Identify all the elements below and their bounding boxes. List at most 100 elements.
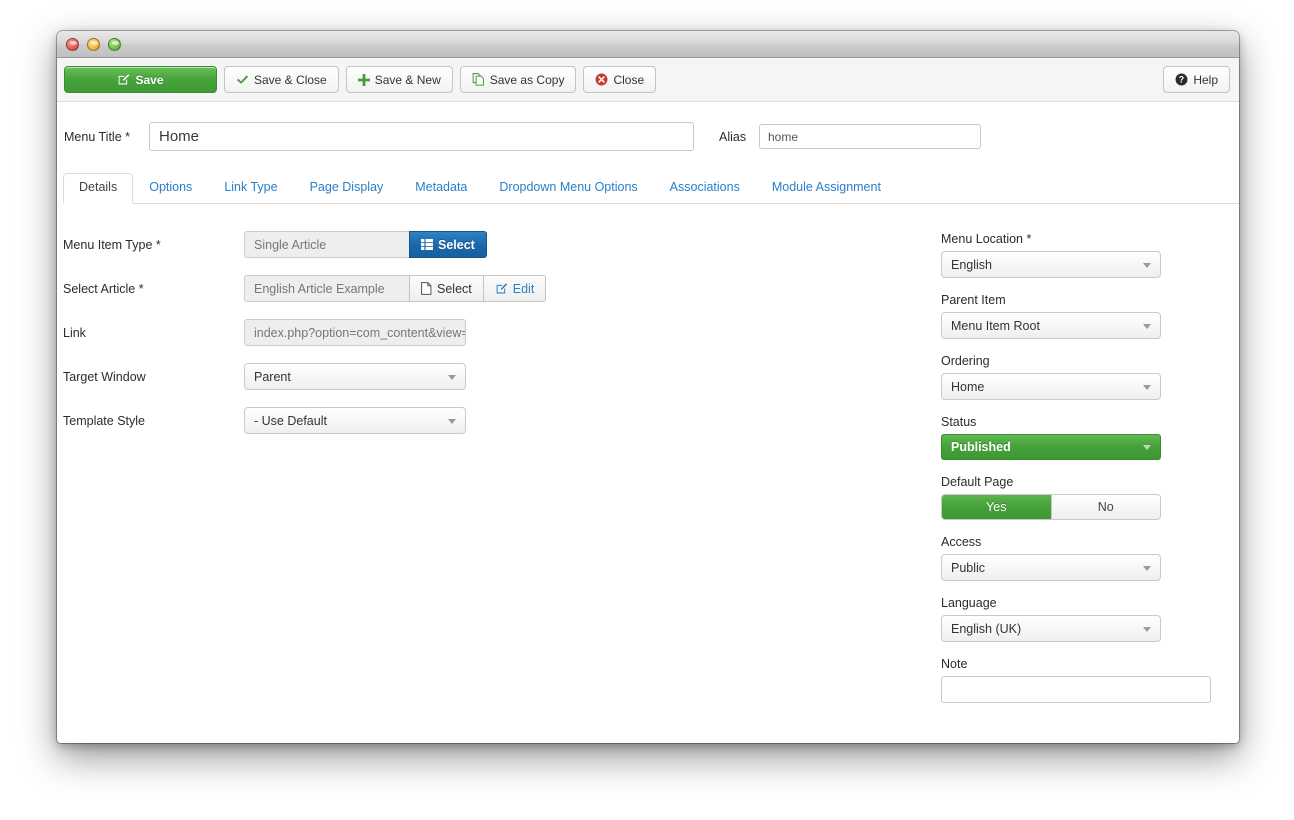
- chevron-down-icon: [1143, 324, 1151, 329]
- field-menu-location: Menu Location * English: [941, 232, 1227, 278]
- content-area: Menu Title * Alias Details Options Link …: [57, 102, 1239, 743]
- status-select[interactable]: Published: [941, 434, 1161, 460]
- select-article-edit-label: Edit: [513, 282, 535, 296]
- select-article-select-button[interactable]: Select: [409, 275, 483, 302]
- language-select[interactable]: English (UK): [941, 615, 1161, 642]
- menu-location-value: English: [951, 258, 992, 272]
- help-button-label: Help: [1193, 73, 1218, 87]
- note-label: Note: [941, 657, 1227, 671]
- close-button-label: Close: [613, 73, 644, 87]
- ordering-select[interactable]: Home: [941, 373, 1161, 400]
- tab-link-type[interactable]: Link Type: [208, 173, 293, 204]
- select-article-edit-button[interactable]: Edit: [483, 275, 547, 302]
- default-page-yes-option[interactable]: Yes: [942, 495, 1051, 519]
- save-as-copy-label: Save as Copy: [490, 73, 565, 87]
- menu-item-type-select-label: Select: [438, 238, 475, 252]
- help-button[interactable]: ? Help: [1163, 66, 1230, 93]
- field-select-article: Select Article * English Article Example: [63, 275, 941, 302]
- save-and-close-label: Save & Close: [254, 73, 327, 87]
- save-button-label: Save: [135, 73, 163, 87]
- chevron-down-icon: [1143, 385, 1151, 390]
- edit-pencil-icon: [495, 282, 508, 295]
- language-value: English (UK): [951, 622, 1021, 636]
- tab-dropdown-menu-options-label: Dropdown Menu Options: [499, 180, 637, 194]
- link-value: index.php?option=com_content&view=articl…: [244, 319, 466, 346]
- tab-details[interactable]: Details: [63, 173, 133, 204]
- access-value: Public: [951, 561, 985, 575]
- tab-associations-label: Associations: [670, 180, 740, 194]
- target-window-select[interactable]: Parent: [244, 363, 466, 390]
- details-pane: Menu Item Type * Single Article: [57, 231, 941, 718]
- status-value: Published: [951, 440, 1011, 454]
- menu-item-type-label: Menu Item Type *: [63, 238, 244, 252]
- select-article-value: English Article Example: [244, 275, 409, 302]
- tab-module-assignment[interactable]: Module Assignment: [756, 173, 897, 204]
- language-label: Language: [941, 596, 1227, 610]
- toolbar-buttons: Save Save & Close: [64, 66, 656, 93]
- field-menu-item-type: Menu Item Type * Single Article: [63, 231, 941, 258]
- field-note: Note: [941, 657, 1227, 703]
- application-window: Save Save & Close: [57, 31, 1239, 743]
- save-and-new-label: Save & New: [375, 73, 441, 87]
- link-label: Link: [63, 326, 244, 340]
- menu-title-label: Menu Title *: [63, 130, 143, 144]
- select-article-select-label: Select: [437, 282, 472, 296]
- maximize-window-icon[interactable]: [108, 38, 121, 51]
- tab-list: Details Options Link Type Page Display M…: [63, 173, 1239, 204]
- chevron-down-icon: [1143, 263, 1151, 268]
- grid-icon: [421, 239, 433, 250]
- menu-title-input[interactable]: [149, 122, 694, 151]
- menu-location-select[interactable]: English: [941, 251, 1161, 278]
- chevron-down-icon: [1143, 445, 1151, 450]
- tab-page-display[interactable]: Page Display: [294, 173, 400, 204]
- minimize-window-icon[interactable]: [87, 38, 100, 51]
- close-button[interactable]: Close: [583, 66, 656, 93]
- menu-location-label: Menu Location *: [941, 232, 1227, 246]
- close-circle-icon: [595, 73, 608, 86]
- save-and-close-button[interactable]: Save & Close: [224, 66, 339, 93]
- tab-options-label: Options: [149, 180, 192, 194]
- save-and-new-button[interactable]: Save & New: [346, 66, 453, 93]
- default-page-no-option[interactable]: No: [1051, 495, 1161, 519]
- plus-icon: [358, 74, 370, 86]
- sidebar-pane: Menu Location * English Parent Item Menu…: [941, 231, 1227, 718]
- select-article-group: English Article Example Select: [244, 275, 546, 302]
- chevron-down-icon: [448, 375, 456, 380]
- title-row: Menu Title * Alias: [57, 102, 1239, 151]
- ordering-label: Ordering: [941, 354, 1227, 368]
- field-target-window: Target Window Parent: [63, 363, 941, 390]
- menu-item-type-group: Single Article: [244, 231, 487, 258]
- help-circle-icon: ?: [1175, 73, 1188, 86]
- status-label: Status: [941, 415, 1227, 429]
- alias-input[interactable]: [759, 124, 981, 149]
- template-style-select[interactable]: - Use Default: [244, 407, 466, 434]
- save-button[interactable]: Save: [64, 66, 217, 93]
- save-as-copy-button[interactable]: Save as Copy: [460, 66, 577, 93]
- tab-details-label: Details: [79, 180, 117, 194]
- save-pencil-icon: [117, 73, 130, 86]
- tab-options[interactable]: Options: [133, 173, 208, 204]
- tab-metadata[interactable]: Metadata: [399, 173, 483, 204]
- check-icon: [236, 74, 249, 86]
- menu-item-type-select-button[interactable]: Select: [409, 231, 487, 258]
- field-status: Status Published: [941, 415, 1227, 460]
- field-language: Language English (UK): [941, 596, 1227, 642]
- panes: Menu Item Type * Single Article: [57, 204, 1239, 718]
- traffic-light-group: [66, 38, 121, 51]
- parent-item-value: Menu Item Root: [951, 319, 1040, 333]
- select-article-label: Select Article *: [63, 282, 244, 296]
- chevron-down-icon: [1143, 627, 1151, 632]
- close-window-icon[interactable]: [66, 38, 79, 51]
- access-select[interactable]: Public: [941, 554, 1161, 581]
- note-input[interactable]: [941, 676, 1211, 703]
- tab-page-display-label: Page Display: [310, 180, 384, 194]
- access-label: Access: [941, 535, 1227, 549]
- tab-dropdown-menu-options[interactable]: Dropdown Menu Options: [483, 173, 653, 204]
- copy-icon: [472, 73, 485, 86]
- document-icon: [421, 282, 432, 295]
- parent-item-select[interactable]: Menu Item Root: [941, 312, 1161, 339]
- tab-link-type-label: Link Type: [224, 180, 277, 194]
- alias-label: Alias: [719, 130, 759, 144]
- tab-associations[interactable]: Associations: [654, 173, 756, 204]
- default-page-toggle: Yes No: [941, 494, 1161, 520]
